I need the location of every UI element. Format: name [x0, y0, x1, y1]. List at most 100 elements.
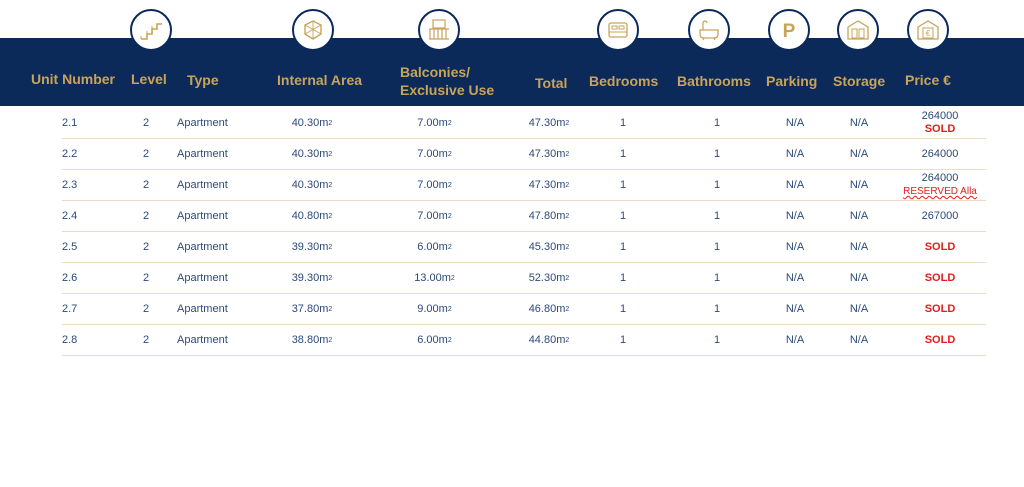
- cell-price: 267000: [900, 201, 980, 231]
- area-unit: m: [556, 210, 566, 222]
- area-unit-exponent: 2: [565, 150, 570, 158]
- cell-unit-number: 2.6: [62, 272, 78, 284]
- col-header-bedrooms: Bedrooms: [589, 73, 659, 89]
- table-row: 2.1 2 Apartment 40.30 m 2 7.00 m 2 47.30 m 2 1 1 N/A N/…: [62, 108, 986, 139]
- col-header-storage: Storage: [833, 73, 886, 89]
- cell-unit-number: 2.2: [62, 148, 78, 160]
- cell-balcony-area: 6.00 m 2: [402, 232, 467, 262]
- status-badge: SOLD: [924, 333, 956, 346]
- cell-unit-number: 2.5: [62, 241, 78, 253]
- area-unit-exponent: 2: [328, 336, 333, 344]
- cell-type: Apartment: [177, 272, 228, 284]
- area-unit-exponent: 2: [328, 150, 333, 158]
- cell-storage: N/A: [849, 241, 869, 253]
- cell-level: 2: [142, 210, 150, 222]
- cell-total-area-value: 47.30: [528, 117, 557, 129]
- col-header-internal-area: Internal Area: [277, 72, 363, 88]
- cell-internal-area-value: 39.30: [291, 241, 320, 253]
- cell-parking: N/A: [785, 117, 805, 129]
- table-row: 2.4 2 Apartment 40.80 m 2 7.00 m 2 47.80 m 2 1 1 N/A N/…: [62, 201, 986, 232]
- cell-internal-area: 37.80 m 2: [277, 294, 347, 324]
- price-value: 264000: [921, 172, 959, 184]
- cell-balcony-area-value: 7.00: [417, 117, 439, 129]
- area-unit: m: [556, 303, 566, 315]
- cell-internal-area: 40.30 m 2: [277, 170, 347, 200]
- area-unit: m: [319, 210, 329, 222]
- area-unit-exponent: 2: [565, 243, 570, 251]
- cell-balcony-area: 7.00 m 2: [402, 170, 467, 200]
- cell-total-area: 46.80 m 2: [514, 294, 584, 324]
- cell-total-area-value: 47.30: [528, 148, 557, 160]
- cell-type: Apartment: [177, 210, 228, 222]
- cell-price: SOLD: [900, 232, 980, 262]
- col-header-total: Total: [535, 75, 568, 91]
- table-row: 2.2 2 Apartment 40.30 m 2 7.00 m 2 47.30 m 2 1 1 N/A N/…: [62, 139, 986, 170]
- cell-type: Apartment: [177, 148, 228, 160]
- cell-total-area-value: 47.30: [528, 179, 557, 191]
- cell-internal-area: 40.30 m 2: [277, 139, 347, 169]
- cell-bedrooms: 1: [619, 241, 627, 253]
- area-unit: m: [319, 148, 329, 160]
- cell-total-area: 45.30 m 2: [514, 232, 584, 262]
- cell-storage: N/A: [849, 303, 869, 315]
- cell-parking: N/A: [785, 210, 805, 222]
- cell-total-area: 47.30 m 2: [514, 170, 584, 200]
- cell-internal-area-value: 40.30: [291, 179, 320, 191]
- cell-internal-area-value: 40.30: [291, 148, 320, 160]
- price-value: 267000: [921, 209, 959, 222]
- cell-total-area-value: 44.80: [528, 334, 557, 346]
- area-unit: m: [438, 179, 448, 191]
- cell-bathrooms: 1: [713, 210, 721, 222]
- area-unit-exponent: 2: [328, 212, 333, 220]
- cell-total-area: 47.30 m 2: [514, 139, 584, 169]
- status-badge: SOLD: [924, 271, 956, 284]
- cell-internal-area: 38.80 m 2: [277, 325, 347, 355]
- stairs-icon: [130, 9, 172, 51]
- col-header-type: Type: [187, 72, 219, 88]
- area-unit-exponent: 2: [565, 212, 570, 220]
- area-unit-exponent: 2: [447, 305, 452, 313]
- cell-price: 264000 SOLD: [900, 108, 980, 138]
- cell-total-area-value: 47.80: [528, 210, 557, 222]
- area-unit: m: [441, 272, 451, 284]
- cell-parking: N/A: [785, 179, 805, 191]
- cell-bedrooms: 1: [619, 179, 627, 191]
- area-unit: m: [438, 303, 448, 315]
- table-row: 2.3 2 Apartment 40.30 m 2 7.00 m 2 47.30 m 2 1 1 N/A N/…: [62, 170, 986, 201]
- cell-bathrooms: 1: [713, 334, 721, 346]
- cell-balcony-area-value: 7.00: [417, 148, 439, 160]
- cell-balcony-area-value: 13.00: [414, 272, 442, 284]
- col-header-level: Level: [131, 71, 167, 87]
- cell-unit-number: 2.3: [62, 179, 78, 191]
- area-unit: m: [319, 334, 329, 346]
- area-unit-exponent: 2: [447, 119, 452, 127]
- area-unit-exponent: 2: [565, 119, 570, 127]
- area-unit: m: [319, 303, 329, 315]
- cell-level: 2: [142, 148, 150, 160]
- cell-price: SOLD: [900, 294, 980, 324]
- col-header-balconies: Balconies/ Exclusive Use: [400, 63, 494, 99]
- area-unit: m: [319, 117, 329, 129]
- cell-storage: N/A: [849, 272, 869, 284]
- cell-balcony-area-value: 6.00: [417, 334, 439, 346]
- area-unit-exponent: 2: [328, 119, 333, 127]
- cell-storage: N/A: [849, 117, 869, 129]
- area-unit: m: [556, 117, 566, 129]
- cell-storage: N/A: [849, 179, 869, 191]
- cell-total-area: 52.30 m 2: [514, 263, 584, 293]
- area-unit-exponent: 2: [447, 336, 452, 344]
- status-badge: SOLD: [924, 123, 956, 135]
- cell-price: 264000: [900, 139, 980, 169]
- cell-bedrooms: 1: [619, 272, 627, 284]
- cell-bedrooms: 1: [619, 334, 627, 346]
- cell-bathrooms: 1: [713, 272, 721, 284]
- cell-storage: N/A: [849, 148, 869, 160]
- col-header-balconies-line2: Exclusive Use: [400, 82, 495, 98]
- bathtub-icon: [688, 9, 730, 51]
- cell-unit-number: 2.7: [62, 303, 78, 315]
- cell-bathrooms: 1: [713, 303, 721, 315]
- area-unit-exponent: 2: [565, 336, 570, 344]
- area-unit-exponent: 2: [447, 212, 452, 220]
- area-unit-exponent: 2: [450, 274, 455, 282]
- cell-balcony-area-value: 6.00: [417, 241, 439, 253]
